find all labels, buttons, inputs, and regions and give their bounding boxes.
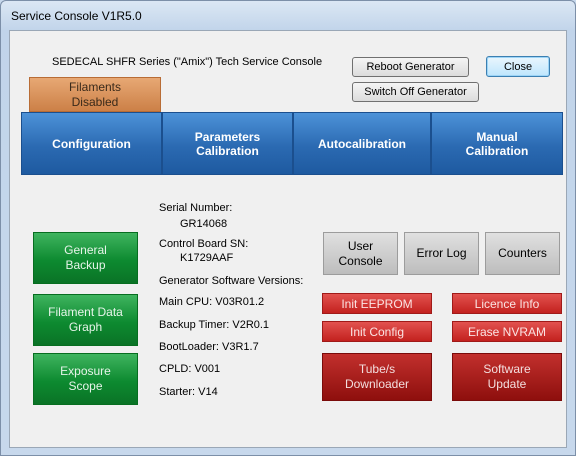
tab-parameters-calibration[interactable]: Parameters Calibration bbox=[162, 112, 293, 175]
user-console-button[interactable]: User Console bbox=[323, 232, 398, 275]
general-backup-button[interactable]: General Backup bbox=[33, 232, 138, 284]
tube-downloader-button[interactable]: Tube/s Downloader bbox=[322, 353, 432, 401]
switch-off-generator-button[interactable]: Switch Off Generator bbox=[352, 82, 479, 102]
error-log-button[interactable]: Error Log bbox=[404, 232, 479, 275]
console-heading: SEDECAL SHFR Series ("Amix") Tech Servic… bbox=[52, 56, 323, 68]
client-area: SEDECAL SHFR Series ("Amix") Tech Servic… bbox=[9, 30, 567, 448]
serial-number-value: GR14068 bbox=[180, 218, 228, 230]
close-button[interactable]: Close bbox=[486, 56, 550, 77]
window-title: Service Console V1R5.0 bbox=[11, 9, 142, 23]
filament-data-graph-button[interactable]: Filament Data Graph bbox=[33, 294, 138, 346]
init-eeprom-button[interactable]: Init EEPROM bbox=[322, 293, 432, 314]
tab-configuration[interactable]: Configuration bbox=[21, 112, 162, 175]
control-board-value: K1729AAF bbox=[180, 252, 234, 264]
software-update-button[interactable]: Software Update bbox=[452, 353, 562, 401]
serial-number-label: Serial Number: bbox=[159, 202, 233, 214]
exposure-scope-button[interactable]: Exposure Scope bbox=[33, 353, 138, 405]
control-board-label: Control Board SN: bbox=[159, 238, 249, 250]
service-console-window: Service Console V1R5.0 SEDECAL SHFR Seri… bbox=[0, 0, 576, 456]
erase-nvram-button[interactable]: Erase NVRAM bbox=[452, 321, 562, 342]
reboot-generator-button[interactable]: Reboot Generator bbox=[352, 57, 469, 77]
bootloader-version: BootLoader: V3R1.7 bbox=[159, 341, 259, 353]
licence-info-button[interactable]: Licence Info bbox=[452, 293, 562, 314]
tab-manual-calibration[interactable]: Manual Calibration bbox=[431, 112, 563, 175]
backup-timer-version: Backup Timer: V2R0.1 bbox=[159, 319, 270, 331]
init-config-button[interactable]: Init Config bbox=[322, 321, 432, 342]
software-versions-label: Generator Software Versions: bbox=[159, 275, 304, 287]
main-cpu-version: Main CPU: V03R01.2 bbox=[159, 296, 265, 308]
tab-autocalibration[interactable]: Autocalibration bbox=[293, 112, 431, 175]
cpld-version: CPLD: V001 bbox=[159, 363, 221, 375]
filaments-status-indicator: Filaments Disabled bbox=[29, 77, 161, 112]
starter-version: Starter: V14 bbox=[159, 386, 218, 398]
counters-button[interactable]: Counters bbox=[485, 232, 560, 275]
